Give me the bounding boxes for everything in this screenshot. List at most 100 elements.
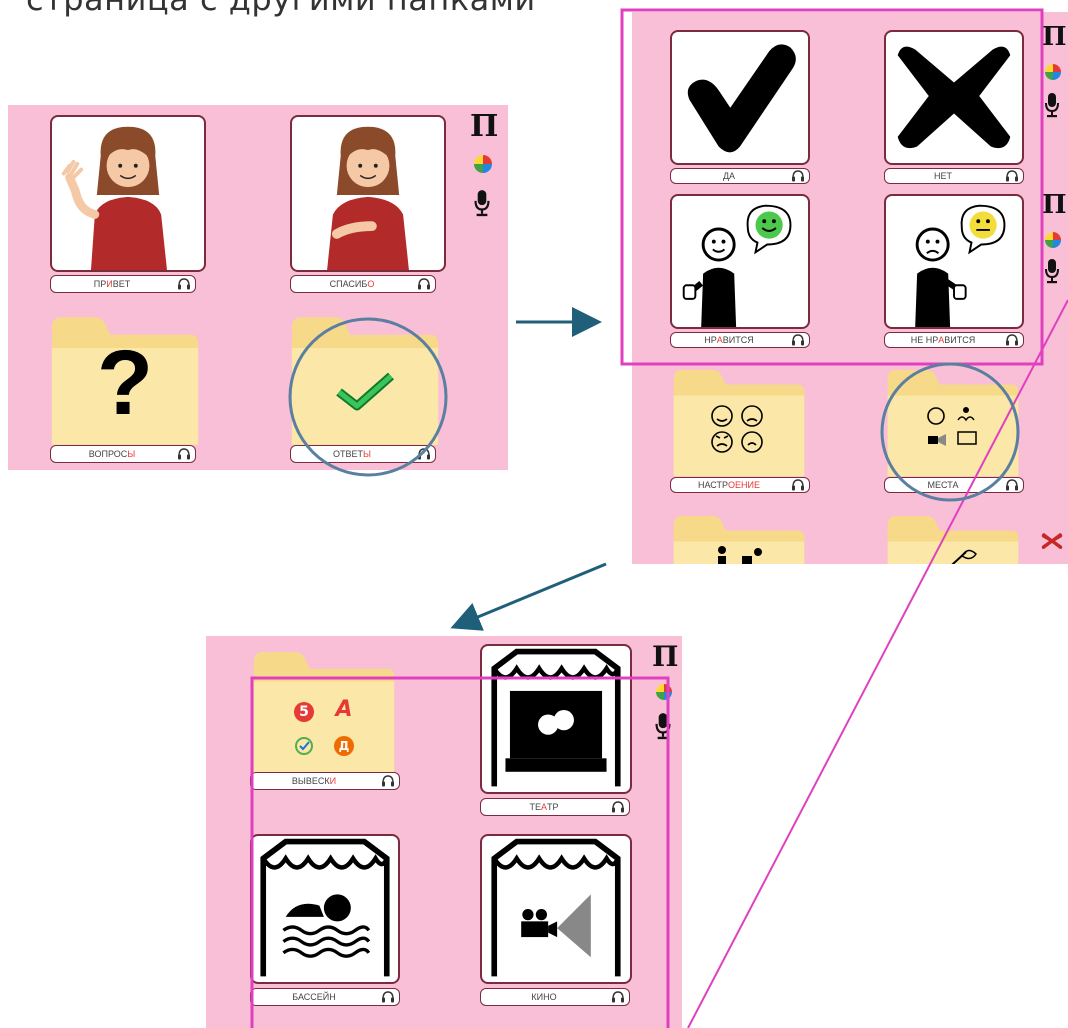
headphones-icon[interactable] [381,991,395,1003]
close-icon[interactable] [1040,530,1064,552]
headphones-icon[interactable] [611,991,625,1003]
headphones-icon[interactable] [611,801,625,813]
microphone-icon[interactable] [473,189,491,217]
question-mark-icon: ? [96,332,154,434]
label-text: ТЕ [529,802,541,812]
color-wheel-icon-2[interactable] [1045,232,1061,248]
card-like[interactable] [670,194,810,329]
screen-places: 5 A Д ВЫВЕСК И ТЕ А ТР БАССЕЙН КИНО П [206,636,682,1028]
label-text: КИНО [531,992,557,1002]
label-text: НР [704,335,717,345]
card-yes-label[interactable]: ДА [670,168,810,184]
folder-mood[interactable] [672,368,806,478]
cinema-icon [482,836,630,982]
logo-text: Д [338,739,350,753]
swimming-pool-icon [252,836,398,982]
card-theatre-label[interactable]: ТЕ А ТР [480,798,630,816]
logo-text: 5 [299,704,309,720]
folder-questions[interactable]: ? [50,315,200,447]
folder-signs[interactable]: 5 A Д [252,650,396,776]
card-no[interactable] [884,30,1024,165]
headphones-icon[interactable] [177,278,191,290]
card-hello-label[interactable]: ПР И ВЕТ [50,275,196,293]
label-accent: И [329,776,337,786]
card-hello[interactable] [50,115,206,272]
card-no-label[interactable]: НЕТ [884,168,1024,184]
folder-other[interactable] [886,514,1020,564]
logo-text: A [335,697,353,722]
label-accent: О [367,279,375,289]
headphones-icon[interactable] [1005,170,1019,182]
label-text: НАСТР [698,480,729,490]
pi-symbol-button[interactable]: П [1042,22,1067,52]
color-wheel-icon[interactable] [656,684,672,700]
logo-d-icon: Д [334,736,354,756]
folder-activities[interactable] [672,514,806,564]
card-pool[interactable] [250,834,400,984]
label-text-end: ТР [547,802,559,812]
screen-answers: ДА НЕТ НР А ВИТСЯ НЕ НР А ВИТСЯ НАСТР ОЕ… [632,12,1068,564]
label-text: НЕТ [934,171,952,181]
label-text: ОТВЕТ [333,449,364,459]
checkmark-icon [687,44,796,153]
folder-icon [252,650,396,776]
card-cinema[interactable] [480,834,632,984]
color-wheel-icon[interactable] [1045,64,1061,80]
pi-symbol-button[interactable]: П [652,640,678,673]
pi-symbol-button-2[interactable]: П [1042,190,1067,220]
microphone-icon[interactable] [1044,92,1060,118]
folder-questions-label[interactable]: ВОПРОС Ы [50,445,196,463]
mood-faces-icon [711,405,763,453]
headphones-icon[interactable] [417,278,431,290]
headphones-icon[interactable] [1005,479,1019,491]
card-dislike[interactable] [884,194,1024,329]
theatre-icon [482,646,630,792]
folder-answers-label[interactable]: ОТВЕТ Ы [290,445,436,463]
label-accent: Ы [127,449,136,459]
places-icons [927,407,977,446]
card-theatre[interactable] [480,644,632,794]
folder-signs-label[interactable]: ВЫВЕСК И [250,772,400,790]
headphones-icon[interactable] [791,334,805,346]
label-text: МЕСТА [927,480,959,490]
microphone-icon-2[interactable] [1044,258,1060,284]
card-pool-label[interactable]: БАССЕЙН [250,988,400,1006]
label-text: НЕ НР [910,335,939,345]
folder-places[interactable] [886,368,1020,478]
headphones-icon[interactable] [417,448,431,460]
label-text: ВОПРОС [88,449,128,459]
label-text: БАССЕЙН [292,992,336,1002]
card-dislike-label[interactable]: НЕ НР А ВИТСЯ [884,332,1024,348]
label-text-end: ВИТСЯ [944,335,976,345]
label-accent: ОЕНИЕ [728,480,760,490]
card-thanks[interactable] [290,115,446,272]
pi-symbol-button[interactable]: П [470,109,498,144]
headphones-icon[interactable] [1005,334,1019,346]
card-yes[interactable] [670,30,810,165]
label-text: ДА [722,171,736,181]
headphones-icon[interactable] [791,479,805,491]
folder-mood-label[interactable]: НАСТР ОЕНИЕ [670,477,810,493]
label-text: ВЫВЕСК [291,776,330,786]
label-text-end: ВИТСЯ [722,335,754,345]
folder-places-label[interactable]: МЕСТА [884,477,1024,493]
card-thanks-label[interactable]: СПАСИБ О [290,275,436,293]
logo-pyaterochka-icon: 5 [294,702,314,722]
label-text: ПР [93,279,107,289]
label-text-end: ВЕТ [112,279,131,289]
people-at-desk-icon [718,546,762,564]
person-like-icon [682,204,792,327]
logo-check-icon [295,737,313,755]
folder-answers[interactable] [290,315,440,447]
color-wheel-icon[interactable] [474,155,492,173]
microphone-icon[interactable] [654,712,672,740]
label-text: СПАСИБ [329,279,368,289]
girl-waving-icon [61,126,167,270]
logo-auchan-icon: A [332,698,356,722]
card-cinema-label[interactable]: КИНО [480,988,630,1006]
card-like-label[interactable]: НР А ВИТСЯ [670,332,810,348]
headphones-icon[interactable] [791,170,805,182]
headphones-icon[interactable] [177,448,191,460]
person-dislike-icon [915,204,1006,327]
headphones-icon[interactable] [381,775,395,787]
